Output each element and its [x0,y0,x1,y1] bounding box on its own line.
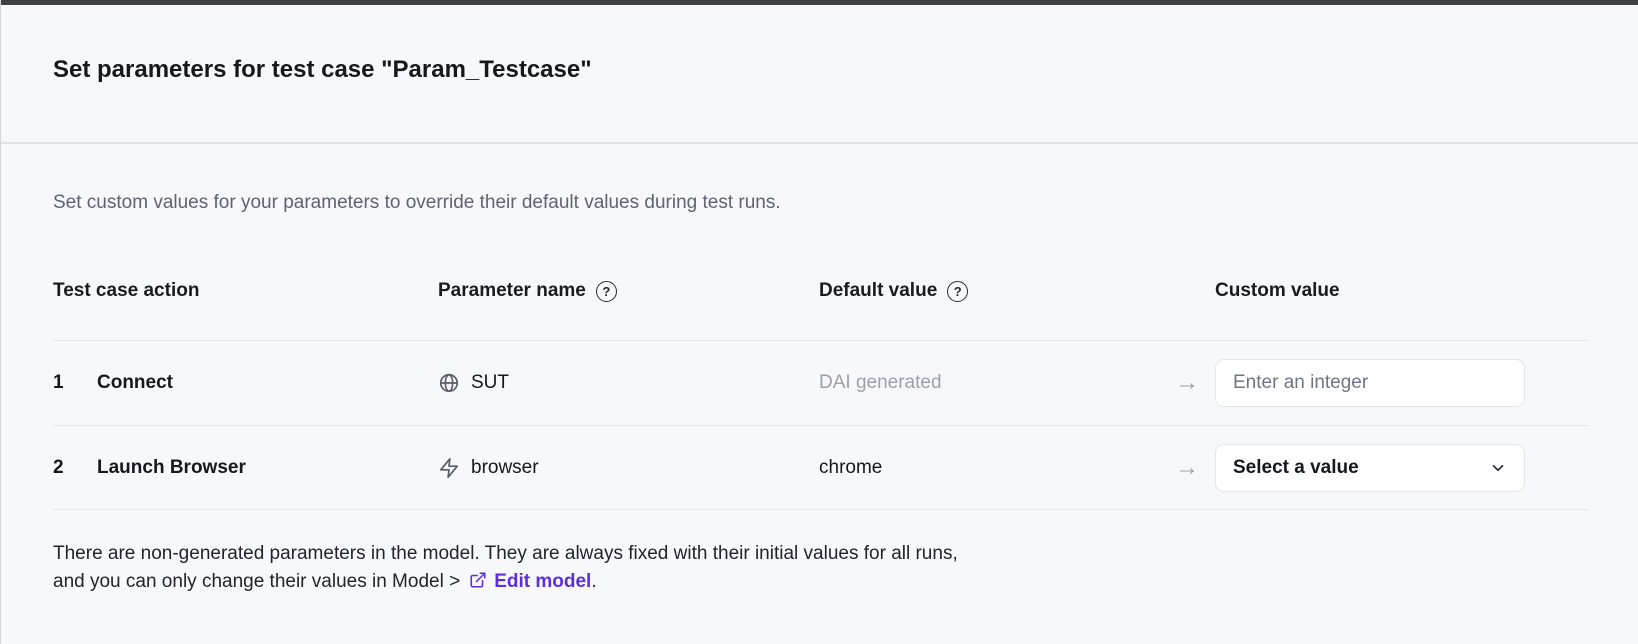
custom-value-cell [1215,359,1588,407]
default-value: DAI generated [819,372,942,393]
footnote-line2: and you can only change their values in … [53,568,1588,596]
column-header-custom-value-label: Custom value [1215,280,1340,301]
column-header-custom-value: Custom value [1215,280,1588,302]
table-row: 1 Connect SUT DAI generated → [53,340,1588,425]
column-header-action-label: Test case action [53,280,200,301]
intro-text: Set custom values for your parameters to… [53,192,781,213]
column-header-parameter-name-label: Parameter name [438,280,586,301]
parameter-name: browser [471,456,539,478]
parameter-cell: SUT [438,372,819,394]
footnote-period: . [591,571,597,592]
arrow-icon: → [1175,369,1199,396]
action-label: Connect [97,372,173,393]
select-placeholder: Select a value [1233,456,1359,478]
row-number: 2 [53,456,64,478]
action-cell: 2 Launch Browser [53,457,438,479]
column-header-default-value: Default value ? [819,280,1159,302]
default-value-cell: chrome [819,457,1159,479]
globe-icon [438,372,460,394]
edit-model-link[interactable]: Edit model [494,571,591,592]
arrow-icon: → [1175,453,1199,481]
column-header-parameter-name: Parameter name ? [438,280,819,302]
table-row: 2 Launch Browser browser chrome → Select… [53,425,1588,510]
footnote: There are non-generated parameters in th… [53,540,1588,596]
custom-value-input[interactable] [1215,359,1525,407]
custom-value-cell: Select a value [1215,443,1588,492]
parameter-name: SUT [471,372,509,393]
zap-icon [438,457,460,479]
dialog-header: Set parameters for test case "Param_Test… [1,5,1638,144]
dialog-body: Set custom values for your parameters to… [1,190,1638,596]
help-icon[interactable]: ? [595,280,617,302]
column-header-default-value-label: Default value [819,280,938,301]
table-header-row: Test case action Parameter name ? Defaul… [53,280,1588,340]
footnote-line1: There are non-generated parameters in th… [53,543,958,564]
default-value: chrome [819,456,883,478]
action-label: Launch Browser [97,456,246,478]
external-link-icon[interactable] [469,571,487,589]
help-icon[interactable]: ? [947,280,969,302]
default-value-cell: DAI generated [819,372,1159,394]
row-number: 1 [53,372,64,393]
action-cell: 1 Connect [53,372,438,394]
parameter-cell: browser [438,457,819,479]
custom-value-select[interactable]: Select a value [1215,443,1525,492]
chevron-down-icon [1489,459,1507,477]
page-title: Set parameters for test case "Param_Test… [53,56,592,83]
column-header-action: Test case action [53,280,438,302]
footnote-line2-text: and you can only change their values in … [53,571,461,592]
